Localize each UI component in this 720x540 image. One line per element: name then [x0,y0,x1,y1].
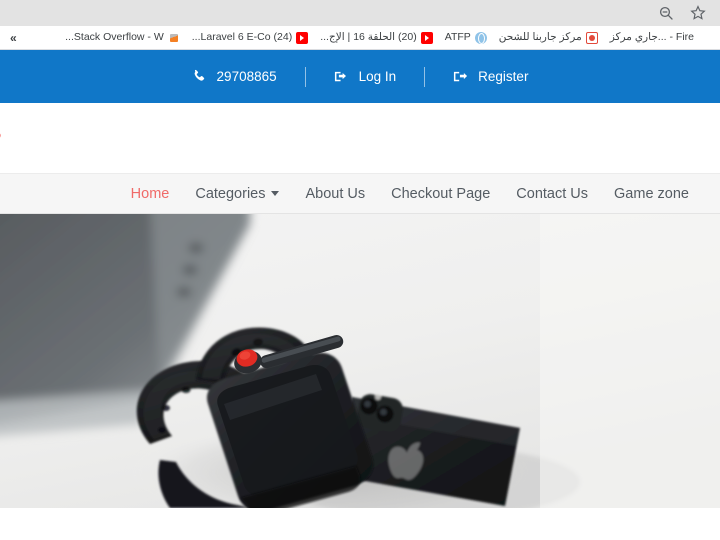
phone-number: 29708865 [216,69,277,84]
bookmark-label: مركز جاربنا للشحن [498,31,582,44]
bookmark-item[interactable]: ATFP [439,30,493,46]
nav-item-label: Checkout Page [391,185,491,202]
register-link[interactable]: Register [425,69,556,84]
phone-link[interactable]: 29708865 [164,69,305,84]
bookmark-label: Stack Overflow - W... [65,31,164,44]
browser-toolbar [0,0,720,26]
nav-item-label: About Us [305,185,366,202]
nav-item-categories[interactable]: Categories [182,186,292,202]
chevron-down-icon [271,191,280,196]
youtube-favicon [296,31,309,44]
nav-item-label: Contact Us [516,185,589,202]
youtube-favicon [420,31,433,44]
site-topbar: 29708865 Log In Register [0,50,720,103]
red-box-favicon [585,31,598,44]
bookmark-star-icon[interactable] [690,5,706,21]
nav-item-game-zone[interactable]: Game zone [601,186,702,202]
bookmark-item[interactable]: (24) Laravel 6 E-Co... [186,30,314,46]
bookmark-item[interactable]: Fire - ...جاري مركز [604,30,716,46]
site-topbar-inner: 29708865 Log In Register [164,66,557,87]
globe-favicon [474,31,487,44]
browser-toolbar-icons [658,5,720,21]
phone-icon [192,69,207,84]
nav-item-about-us[interactable]: About Us [292,186,378,202]
nav-item-home[interactable]: Home [118,186,183,202]
login-icon [334,69,349,84]
bookmark-label: ATFP [444,31,471,44]
nav-item-label: Game zone [614,185,689,202]
login-link[interactable]: Log In [306,69,425,84]
none-favicon [698,32,710,44]
site-header: re Panier 0 [0,103,720,278]
bookmark-item[interactable]: مركز جاربنا للشحن [493,30,604,46]
hero-illustration [0,214,720,508]
zoom-indicator-icon[interactable] [658,5,674,21]
main-navigation: Home Categories About Us Checkout Page C… [0,173,720,214]
nav-item-checkout-page[interactable]: Checkout Page [378,186,503,202]
bookmarks-overflow-button[interactable]: » [4,26,23,49]
stackoverflow-favicon [167,31,180,44]
login-label: Log In [358,69,397,84]
nav-item-label: Home [130,185,170,202]
bookmark-label: Fire - ...جاري مركز [609,31,694,44]
bookmark-label: (24) Laravel 6 E-Co... [191,31,293,44]
bookmark-item[interactable]: Stack Overflow - W... [59,30,186,46]
nav-item-contact-us[interactable]: Contact Us [503,186,601,202]
register-icon [453,69,468,84]
bookmarks-bar: Fire - ...جاري مركز مركز جاربنا للشحن AT… [0,26,720,50]
register-label: Register [478,69,529,84]
hero-banner-image[interactable] [0,214,720,508]
nav-item-label: Categories [195,185,266,202]
bookmark-item[interactable]: (20) الحلقة 16 | الإج... [314,30,439,46]
bookmark-label: (20) الحلقة 16 | الإج... [320,31,417,44]
